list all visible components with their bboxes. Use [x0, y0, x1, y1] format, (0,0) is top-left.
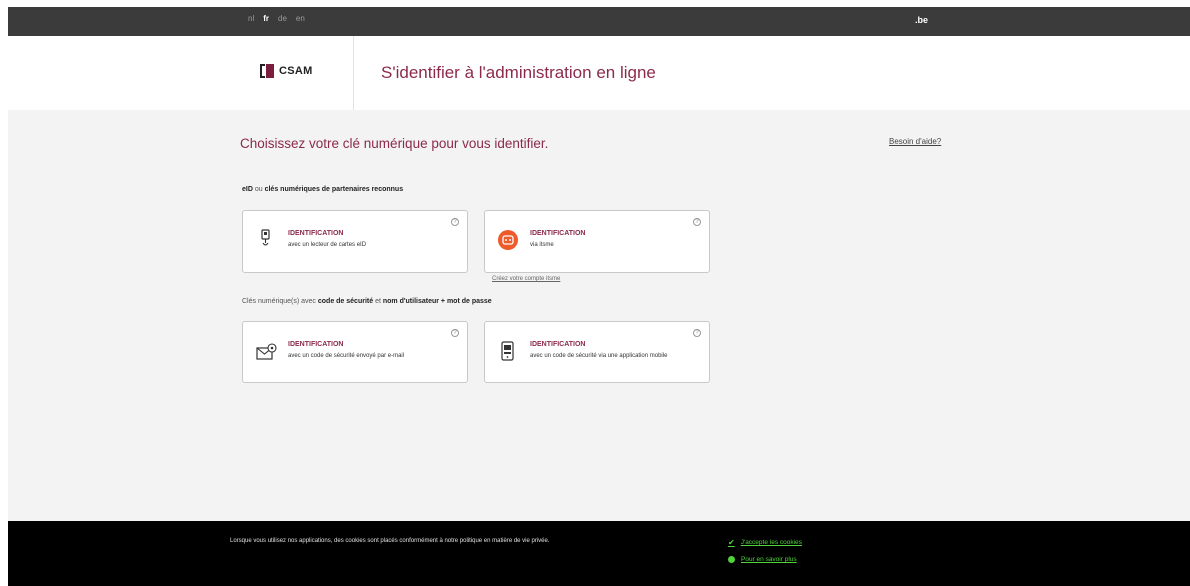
- csam-logo-icon: [260, 63, 276, 79]
- section-security-code-text: code de sécurité: [317, 298, 374, 305]
- email-code-option[interactable]: ? IDENTIFICATION avec un code de sécurit…: [242, 321, 468, 383]
- section-partners-text: clés numériques de partenaires reconnus: [264, 186, 404, 193]
- card-subtitle: via itsme: [530, 242, 554, 248]
- itsme-icon: [498, 230, 518, 250]
- be-domain-label[interactable]: .be: [915, 15, 928, 25]
- lang-fr[interactable]: fr: [263, 14, 269, 23]
- email-icon: [256, 343, 277, 360]
- section-label-security-code: Clés numérique(s) avec code de sécurité …: [242, 298, 492, 305]
- page: nl fr de en .be CSAM S'identifier à l'ad…: [8, 0, 1190, 586]
- lang-en[interactable]: en: [296, 14, 305, 23]
- checkmark-icon: ✔: [728, 538, 735, 547]
- top-bar: nl fr de en .be: [8, 0, 1190, 36]
- card-reader-icon: [261, 229, 270, 246]
- section-username-password-text: nom d'utilisateur + mot de passe: [382, 298, 492, 305]
- info-icon[interactable]: ?: [451, 329, 459, 337]
- section-label-eid: eID ou clés numériques de partenaires re…: [242, 186, 403, 193]
- info-dot-icon: [728, 556, 735, 563]
- card-title: IDENTIFICATION: [530, 230, 586, 237]
- card-title: IDENTIFICATION: [288, 230, 344, 237]
- accept-cookies-link[interactable]: ✔ J'accepte les cookies: [728, 538, 802, 547]
- card-subtitle: avec un code de sécurité via une applica…: [530, 353, 668, 359]
- eid-card-reader-option[interactable]: ? IDENTIFICATION avec un lecteur de cart…: [242, 210, 468, 273]
- language-switcher: nl fr de en: [248, 14, 305, 23]
- learn-more-label: Pour en savoir plus: [741, 556, 797, 563]
- cookie-text: Lorsque vous utilisez nos applications, …: [230, 538, 550, 544]
- lang-de[interactable]: de: [278, 14, 287, 23]
- learn-more-link[interactable]: Pour en savoir plus: [728, 556, 797, 563]
- section-eid-text: eID: [242, 186, 253, 193]
- itsme-option[interactable]: ? IDENTIFICATION via itsme: [484, 210, 710, 273]
- mobile-app-code-option[interactable]: ? IDENTIFICATION avec un code de sécurit…: [484, 321, 710, 383]
- card-subtitle: avec un code de sécurité envoyé par e-ma…: [288, 353, 405, 359]
- card-subtitle: avec un lecteur de cartes eID: [288, 242, 367, 248]
- help-link[interactable]: Besoin d'aide?: [889, 137, 941, 146]
- card-title: IDENTIFICATION: [530, 341, 586, 348]
- accept-cookies-label: J'accepte les cookies: [740, 539, 802, 546]
- lang-nl[interactable]: nl: [248, 14, 254, 23]
- info-icon[interactable]: ?: [693, 329, 701, 337]
- create-itsme-account-link[interactable]: Créez votre compte itsme: [492, 276, 560, 282]
- mobile-app-icon: [501, 341, 514, 361]
- csam-logo[interactable]: CSAM: [260, 63, 313, 79]
- info-icon[interactable]: ?: [693, 218, 701, 226]
- header: CSAM S'identifier à l'administration en …: [8, 36, 1190, 110]
- header-divider: [353, 36, 354, 110]
- section-keys-text: Clés numérique(s) avec: [242, 298, 318, 305]
- info-icon[interactable]: ?: [451, 218, 459, 226]
- page-title: S'identifier à l'administration en ligne: [381, 63, 656, 82]
- card-title: IDENTIFICATION: [288, 341, 344, 348]
- section-or-text: ou: [252, 186, 265, 193]
- section-and-text: et: [373, 298, 383, 305]
- logo-text: CSAM: [279, 65, 313, 77]
- main-heading: Choisissez votre clé numérique pour vous…: [240, 136, 549, 151]
- cookie-banner: Lorsque vous utilisez nos applications, …: [8, 521, 1190, 586]
